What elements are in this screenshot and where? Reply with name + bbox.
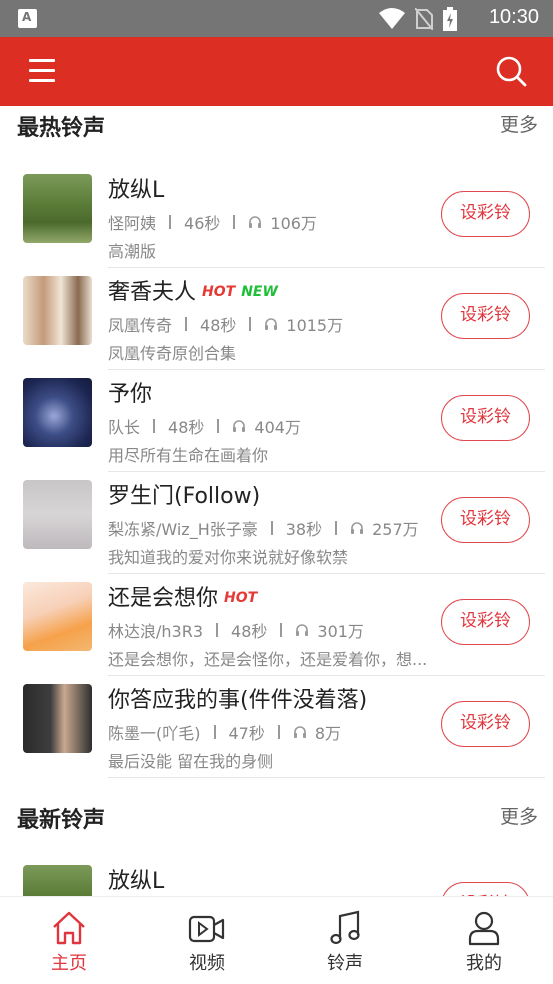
duration: 38秒 [285,520,323,539]
ringtone-item[interactable]: 放纵L 怪阿姨 46秒 106万 高潮版 设彩铃 [0,166,553,268]
ringtone-title: 放纵L [108,178,165,203]
ringtone-meta: 怪阿姨 46秒 106万 [108,210,317,234]
user-icon [468,911,500,946]
ringtone-desc: 用尽所有生命在画着你 [108,446,269,465]
tab-label: 铃声 [327,953,363,974]
artist-name: 陈墨一(吖毛) [108,724,201,743]
play-count: 404万 [254,418,301,437]
ringtone-meta: 凤凰传奇 48秒 1015万 [108,312,343,336]
ringtone-meta: 陈墨一(吖毛) 47秒 8万 [108,720,341,744]
section-title: 最热铃声 [17,116,106,141]
artist-name: 凤凰传奇 [108,316,173,335]
ringtone-title: 放纵L [108,869,165,894]
top-app-bar [0,37,553,106]
artist-name: 队长 [108,418,141,437]
play-count: 301万 [317,622,364,641]
duration: 48秒 [231,622,268,641]
ringtone-title: 予你 [108,382,153,407]
ringtone-title: 你答应我的事(件件没着落) [108,688,368,713]
cover-image [23,174,92,243]
artist-name: 怪阿姨 [108,214,157,233]
headphones-icon [233,420,246,432]
battery-charging-icon [443,7,457,31]
set-ringback-button[interactable]: 设彩铃 [441,599,530,645]
play-count: 8万 [314,724,342,743]
search-icon[interactable] [495,55,527,87]
ringtone-desc: 高潮版 [108,242,157,261]
headphones-icon [293,726,306,738]
duration: 48秒 [168,418,205,437]
set-ringback-button[interactable]: 设彩铃 [441,395,530,441]
menu-icon[interactable] [29,59,55,83]
section-header-new: 最新铃声 更多 [0,798,553,838]
section-header-hot: 最热铃声 更多 [0,106,553,146]
ringtone-meta: 队长 48秒 404万 [108,414,301,438]
new-badge: NEW [241,284,278,300]
tab-label: 我的 [466,953,502,974]
ringtone-title: 罗生门(Follow) [108,484,261,509]
cover-image [23,865,92,896]
play-count: 106万 [270,214,317,233]
duration: 47秒 [228,724,265,743]
ringtone-meta: 林达浪/h3R3 48秒 301万 [108,618,364,642]
bottom-tab-bar: 主页 视频 铃声 我的 [0,896,553,983]
status-icons [379,7,457,31]
no-sim-icon [415,8,433,30]
ringtone-item[interactable]: 罗生门(Follow) 梨冻紧/Wiz_H张子豪 38秒 257万 我知道我的爱… [0,472,553,574]
set-ringback-button[interactable]: 设彩铃 [441,191,530,237]
tab-ringtones[interactable]: 铃声 [276,897,414,984]
set-ringback-button[interactable]: 设彩铃 [441,497,530,543]
more-link[interactable]: 更多 [500,110,538,137]
ringtone-desc: 还是会想你，还是会怪你，还是爱着你，想... [108,650,428,669]
play-count: 257万 [372,520,419,539]
cover-image [23,276,92,345]
hot-badge: HOT [202,284,236,300]
tab-label: 主页 [51,953,87,974]
ringtone-title: 奢香夫人 HOT NEW [108,280,278,305]
tab-home[interactable]: 主页 [0,897,138,984]
wifi-icon [379,8,405,29]
app-notification-icon [18,9,37,28]
video-icon [188,915,225,943]
headphones-icon [351,522,364,534]
duration: 46秒 [184,214,221,233]
ringtone-item[interactable]: 还是会想你 HOT 林达浪/h3R3 48秒 301万 还是会想你，还是会怪你，还… [0,574,553,676]
duration: 48秒 [200,316,237,335]
cover-image [23,378,92,447]
section-title: 最新铃声 [17,808,106,833]
status-time: 10:30 [488,6,539,28]
ringtone-desc: 我知道我的爱对你来说就好像软禁 [108,548,349,567]
ringtone-meta: 梨冻紧/Wiz_H张子豪 38秒 257万 [108,516,419,540]
home-icon [53,911,85,945]
ringtone-title: 还是会想你 HOT [108,586,258,611]
set-ringback-button[interactable]: 设彩铃 [441,293,530,339]
set-ringback-button[interactable]: 设彩铃 [441,701,530,747]
divider [108,777,545,778]
headphones-icon [265,318,278,330]
cover-image [23,582,92,651]
artist-name: 梨冻紧/Wiz_H张子豪 [108,520,258,539]
ringtone-desc: 凤凰传奇原创合集 [108,344,237,363]
status-bar: 10:30 [0,0,553,37]
ringtone-desc: 最后没能 留在我的身侧 [108,752,274,771]
headphones-icon [249,216,262,228]
music-note-icon [330,910,360,945]
hot-badge: HOT [224,590,258,606]
tab-label: 视频 [189,953,225,974]
ringtone-item[interactable]: 予你 队长 48秒 404万 用尽所有生命在画着你 设彩铃 [0,370,553,472]
tab-video[interactable]: 视频 [138,897,276,984]
play-count: 1015万 [286,316,344,335]
cover-image [23,684,92,753]
main-content[interactable]: 最热铃声 更多 放纵L 怪阿姨 46秒 106万 高潮版 设彩铃 奢香夫人 HOT… [0,106,553,896]
ringtone-item[interactable]: 放纵L 设彩铃 [0,857,553,896]
set-ringback-button[interactable]: 设彩铃 [441,882,530,896]
artist-name: 林达浪/h3R3 [108,622,204,641]
ringtone-item[interactable]: 你答应我的事(件件没着落) 陈墨一(吖毛) 47秒 8万 最后没能 留在我的身侧… [0,676,553,778]
tab-mine[interactable]: 我的 [415,897,553,984]
cover-image [23,480,92,549]
more-link[interactable]: 更多 [500,802,538,829]
headphones-icon [296,624,309,636]
ringtone-item[interactable]: 奢香夫人 HOT NEW 凤凰传奇 48秒 1015万 凤凰传奇原创合集 设彩铃 [0,268,553,370]
